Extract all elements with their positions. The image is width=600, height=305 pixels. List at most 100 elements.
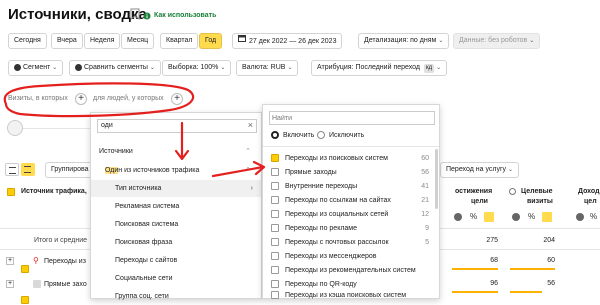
tree-item-label: Тип источника xyxy=(115,185,162,192)
col-target-header-1[interactable]: Целевые xyxy=(521,188,553,195)
exclude-radio[interactable]: Исключить xyxy=(317,131,364,139)
col-reach-header-2[interactable]: цели xyxy=(471,198,488,205)
date-range-button[interactable]: 27 дек 2022 — 26 дек 2023 xyxy=(232,33,343,49)
goal-select[interactable]: Переход на услугу ⌄ xyxy=(440,162,520,178)
tree-item-ad-system[interactable]: Рекламная система xyxy=(91,198,261,215)
tree-item-site-referrals[interactable]: Переходы с сайтов xyxy=(91,252,261,269)
select-all-checkbox[interactable] xyxy=(7,188,15,196)
source-picker-popup: оди × Источники ⌃ Один из источников тра… xyxy=(90,112,262,300)
view-list-toggle[interactable] xyxy=(5,163,19,176)
tree-item-label: Социальные сети xyxy=(115,275,173,282)
page-title: Источники, сводка xyxy=(8,6,147,23)
include-radio[interactable]: Включить xyxy=(271,131,314,139)
period-week[interactable]: Неделя xyxy=(84,33,121,49)
period-today[interactable]: Сегодня xyxy=(8,33,47,49)
col-reach-header-1[interactable]: остижения xyxy=(455,188,492,195)
value-search-input[interactable] xyxy=(272,113,422,123)
value-picker-popup: Включить Исключить Переходы из поисковых… xyxy=(262,104,440,299)
chevron-down-icon: ⌄ xyxy=(287,65,293,71)
target-info-icon xyxy=(509,188,516,195)
chevron-down-icon: ⌄ xyxy=(436,65,442,71)
date-range-label: 27 дек 2022 — 26 дек 2023 xyxy=(249,37,337,45)
compare-segments-button[interactable]: Сравнить сегменты ⌄ xyxy=(69,60,161,76)
tree-item-search-phrase[interactable]: Поисковая фраза xyxy=(91,234,261,251)
clear-icon[interactable]: × xyxy=(248,120,253,130)
compare-label: Сравнить сегменты xyxy=(84,64,148,71)
percent-icon[interactable]: % xyxy=(528,212,535,221)
row-target-value: 56 xyxy=(547,280,555,287)
expand-icon[interactable]: + xyxy=(6,280,14,288)
bars-icon[interactable] xyxy=(484,212,494,222)
sampling-slider-handle[interactable] xyxy=(7,120,23,136)
source-item[interactable]: Переходы по рекламе 9 xyxy=(271,223,433,235)
period-month[interactable]: Месяц xyxy=(121,33,155,49)
tree-item-social-networks[interactable]: Социальные сети xyxy=(91,270,261,287)
exclude-label: Исключить xyxy=(328,131,365,139)
info-icon xyxy=(143,12,151,22)
people-filter-label: для людей, у которых xyxy=(93,95,164,102)
currency-select[interactable]: Валюта: RUB ⌄ xyxy=(236,60,299,76)
source-item[interactable]: Переходы из поисковых систем 60 xyxy=(271,153,433,165)
checkbox[interactable] xyxy=(271,252,279,261)
checkbox[interactable] xyxy=(271,291,279,299)
data-filter-select[interactable]: Данные: без роботов ⌄ xyxy=(453,33,541,49)
row-checkbox[interactable] xyxy=(21,296,29,304)
how-to-use-link[interactable]: Как использовать xyxy=(154,12,216,19)
col-income-header-1[interactable]: Доход xyxy=(578,188,600,195)
source-item[interactable]: Переходы из рекомендательных систем xyxy=(271,265,433,277)
source-item[interactable]: Переходы из мессенджеров xyxy=(271,251,433,263)
checkbox-checked[interactable] xyxy=(271,154,279,163)
period-year[interactable]: Год xyxy=(199,33,223,49)
segment-button[interactable]: Сегмент ⌄ xyxy=(8,60,64,76)
percent-icon[interactable]: % xyxy=(590,212,597,221)
view-tree-toggle[interactable] xyxy=(21,163,35,176)
source-item[interactable]: Прямые заходы 56 xyxy=(271,167,433,179)
source-item[interactable]: Переходы с почтовых рассылок 5 xyxy=(271,237,433,249)
tree-group-traffic-source[interactable]: Один из источников трафика ⌃ xyxy=(91,162,261,179)
expand-icon[interactable]: + xyxy=(6,257,14,265)
tree-section-sources[interactable]: Источники ⌃ xyxy=(91,143,261,160)
grouping-button[interactable]: Группирова xyxy=(45,162,95,178)
sample-select[interactable]: Выборка: 100% ⌄ xyxy=(162,60,232,76)
source-item[interactable]: Переходы из социальных сетей 12 xyxy=(271,209,433,221)
col-source-header[interactable]: Источник трафика, xyxy=(21,188,87,195)
checkbox[interactable] xyxy=(271,280,279,289)
attribution-select[interactable]: Атрибуция: Последний переход кд ⌄ xyxy=(311,60,448,76)
tree-item-source-type[interactable]: Тип источника › xyxy=(91,180,261,197)
checkbox[interactable] xyxy=(271,182,279,191)
source-item[interactable]: Переходы по ссылкам на сайтах 21 xyxy=(271,195,433,207)
percent-icon[interactable]: % xyxy=(470,212,477,221)
row-checkbox[interactable] xyxy=(21,265,29,273)
checkbox[interactable] xyxy=(271,210,279,219)
checkbox[interactable] xyxy=(271,224,279,233)
popup-scrollbar[interactable] xyxy=(435,149,438,209)
tree-item-social-group[interactable]: Группа соц. сети xyxy=(91,288,261,305)
bookmark-icon[interactable] xyxy=(130,8,140,22)
slider-track xyxy=(16,128,96,129)
checkbox[interactable] xyxy=(271,238,279,247)
add-people-condition-button[interactable]: + xyxy=(171,93,183,105)
row-label: Прямые захо xyxy=(44,281,87,288)
value-search-field[interactable] xyxy=(269,111,435,125)
chevron-down-icon: ⌄ xyxy=(149,65,155,71)
source-search-field[interactable]: оди × xyxy=(97,119,257,133)
col-income-header-2[interactable]: цел xyxy=(584,198,597,205)
pie-icon[interactable] xyxy=(454,213,462,221)
detail-select[interactable]: Детализация: по дням ⌄ xyxy=(358,33,450,49)
period-quarter[interactable]: Квартал xyxy=(160,33,199,49)
source-item[interactable]: Внутренние переходы 41 xyxy=(271,181,433,193)
chevron-right-icon: › xyxy=(250,185,253,192)
checkbox[interactable] xyxy=(271,196,279,205)
source-item[interactable]: Переходы по QR-коду xyxy=(271,279,433,291)
pie-icon[interactable] xyxy=(512,213,520,221)
checkbox[interactable] xyxy=(271,168,279,177)
add-visits-condition-button[interactable]: + xyxy=(75,93,87,105)
col-target-header-2[interactable]: визиты xyxy=(527,198,553,205)
period-yesterday[interactable]: Вчера xyxy=(51,33,83,49)
tree-item-search-system[interactable]: Поисковая система xyxy=(91,216,261,233)
pie-icon[interactable] xyxy=(576,213,584,221)
checkbox[interactable] xyxy=(271,266,279,275)
source-item[interactable]: Переходы из кэша поисковых систем xyxy=(271,291,433,299)
bars-icon[interactable] xyxy=(542,212,552,222)
search-source-icon: ⚲ xyxy=(33,256,39,265)
